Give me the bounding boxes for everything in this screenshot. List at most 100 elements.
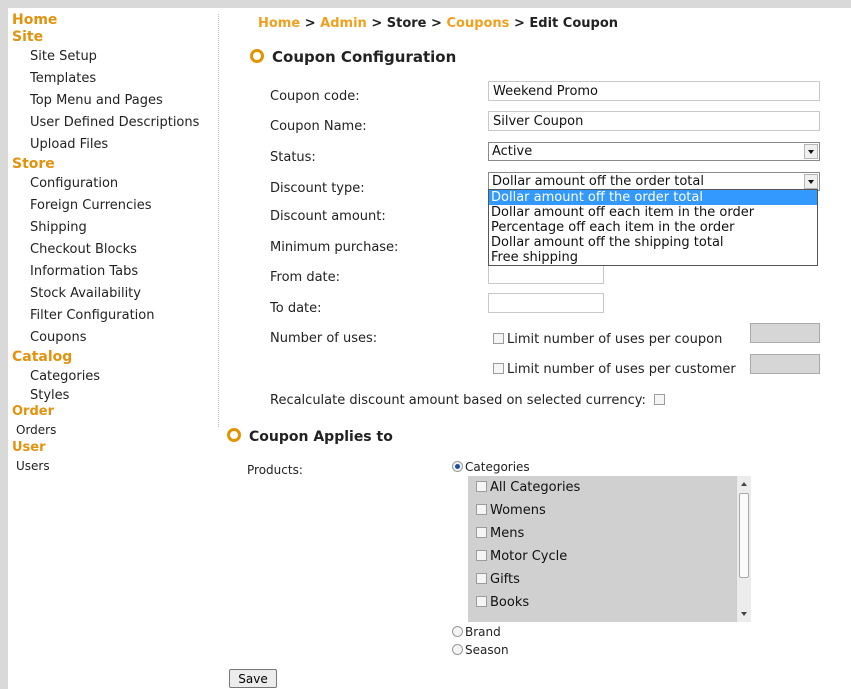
category-item[interactable]: Mens (468, 522, 751, 545)
sidebar-item-checkout-blocks[interactable]: Checkout Blocks (12, 239, 217, 261)
scroll-thumb[interactable] (739, 493, 749, 578)
limit-per-coupon: Limit number of uses per coupon (493, 332, 722, 347)
category-checkbox[interactable] (476, 573, 487, 584)
minimum-purchase-label: Minimum purchase: (270, 240, 399, 255)
recalculate-label: Recalculate discount amount based on sel… (270, 393, 646, 408)
limit-per-customer: Limit number of uses per customer (493, 362, 736, 377)
category-checkbox[interactable] (476, 504, 487, 515)
sidebar-item-information-tabs[interactable]: Information Tabs (12, 261, 217, 283)
sidebar-item-site-setup[interactable]: Site Setup (12, 46, 217, 68)
chevron-down-icon[interactable] (804, 174, 818, 189)
category-item[interactable]: Motor Cycle (468, 545, 751, 568)
category-label: Books (490, 595, 530, 610)
sidebar-section-store: Store (12, 156, 55, 172)
sidebar-item-upload-files[interactable]: Upload Files (12, 134, 217, 156)
coupon-configuration-heading: Coupon Configuration (250, 48, 456, 66)
to-date-input[interactable] (488, 293, 604, 313)
discount-type-option[interactable]: Dollar amount off the shipping total (489, 235, 817, 250)
status-select-value: Active (492, 144, 533, 159)
save-button[interactable]: Save (229, 669, 277, 688)
categories-listbox: All Categories Womens Mens Motor Cycle G… (468, 476, 751, 622)
coupon-code-label: Coupon code: (270, 89, 360, 104)
scroll-down-icon[interactable] (741, 612, 747, 616)
season-radio-label: Season (465, 643, 509, 657)
category-label: Womens (490, 503, 546, 518)
coupon-name-label: Coupon Name: (270, 119, 367, 134)
sidebar-item-top-menu[interactable]: Top Menu and Pages (12, 90, 217, 112)
status-select[interactable]: Active (488, 142, 820, 161)
discount-amount-label: Discount amount: (270, 209, 386, 224)
limit-per-coupon-label: Limit number of uses per coupon (507, 332, 723, 347)
chevron-down-icon[interactable] (804, 144, 818, 159)
sidebar-item-stock-availability[interactable]: Stock Availability (12, 283, 217, 305)
breadcrumb-admin[interactable]: Admin (320, 16, 367, 31)
sidebar-item-filter-configuration[interactable]: Filter Configuration (12, 305, 217, 327)
sidebar-item-coupons[interactable]: Coupons (12, 327, 217, 349)
sidebar-item-styles[interactable]: Styles (12, 388, 217, 404)
category-label: All Categories (490, 480, 581, 495)
breadcrumb-coupons[interactable]: Coupons (446, 16, 509, 31)
sidebar-item-users[interactable]: Users (12, 456, 217, 476)
breadcrumb-store: Store (386, 16, 427, 31)
discount-type-option[interactable]: Dollar amount off the order total (489, 190, 817, 205)
bullet-icon (250, 49, 264, 63)
scroll-up-icon[interactable] (741, 482, 747, 486)
sidebar-item-foreign-currencies[interactable]: Foreign Currencies (12, 195, 217, 217)
brand-radio-label: Brand (465, 625, 501, 639)
limit-per-customer-checkbox[interactable] (493, 363, 504, 374)
category-item[interactable]: Gifts (468, 568, 751, 591)
limit-per-customer-input[interactable] (750, 354, 820, 374)
category-label: Motor Cycle (490, 549, 568, 564)
sidebar-home[interactable]: Home (12, 12, 217, 29)
breadcrumb: Home > Admin > Store > Coupons > Edit Co… (258, 16, 618, 31)
left-border (0, 8, 8, 689)
sidebar-item-configuration[interactable]: Configuration (12, 173, 217, 195)
limit-per-coupon-checkbox[interactable] (493, 333, 504, 344)
categories-radio[interactable] (452, 461, 463, 472)
sidebar-section-user: User (12, 440, 46, 455)
brand-radio[interactable] (452, 626, 463, 637)
coupon-name-input[interactable] (488, 111, 820, 131)
coupon-applies-heading: Coupon Applies to (227, 428, 393, 445)
category-checkbox[interactable] (476, 596, 487, 607)
status-label: Status: (270, 150, 316, 165)
sidebar-section-catalog: Catalog (12, 349, 73, 365)
discount-type-option[interactable]: Free shipping (489, 250, 817, 265)
discount-type-label: Discount type: (270, 181, 365, 196)
sidebar-item-templates[interactable]: Templates (12, 68, 217, 90)
sidebar-item-orders[interactable]: Orders (12, 420, 217, 440)
products-label: Products: (247, 463, 303, 477)
brand-option: Brand (452, 625, 501, 639)
category-checkbox[interactable] (476, 527, 487, 538)
sidebar-item-shipping[interactable]: Shipping (12, 217, 217, 239)
season-option: Season (452, 643, 509, 657)
category-item[interactable]: Books (468, 591, 751, 614)
categories-scrollbar[interactable] (736, 476, 751, 622)
coupon-configuration-title: Coupon Configuration (272, 48, 457, 66)
from-date-input[interactable] (488, 264, 604, 284)
sidebar-item-user-defined-descriptions[interactable]: User Defined Descriptions (12, 112, 217, 134)
category-item[interactable]: Womens (468, 499, 751, 522)
limit-per-coupon-input[interactable] (750, 323, 820, 343)
categories-radio-label: Categories (465, 460, 530, 474)
category-label: Gifts (490, 572, 520, 587)
discount-type-dropdown: Dollar amount off the order total Dollar… (488, 189, 818, 266)
season-radio[interactable] (452, 644, 463, 655)
discount-type-option[interactable]: Percentage off each item in the order (489, 220, 817, 235)
category-item[interactable]: All Categories (468, 476, 751, 499)
coupon-code-input[interactable] (488, 81, 820, 101)
breadcrumb-home[interactable]: Home (258, 16, 300, 31)
discount-type-option[interactable]: Dollar amount off each item in the order (489, 205, 817, 220)
sidebar-item-categories[interactable]: Categories (12, 366, 217, 388)
breadcrumb-current: Edit Coupon (529, 16, 619, 31)
limit-per-customer-label: Limit number of uses per customer (507, 362, 736, 377)
sidebar-section-site: Site (12, 29, 44, 45)
category-checkbox[interactable] (476, 481, 487, 492)
breadcrumb-separator: > (371, 16, 383, 31)
coupon-applies-title: Coupon Applies to (249, 429, 393, 445)
recalculate-checkbox[interactable] (654, 394, 666, 405)
discount-type-select-value: Dollar amount off the order total (492, 174, 704, 189)
number-of-uses-label: Number of uses: (270, 331, 378, 346)
category-checkbox[interactable] (476, 550, 487, 561)
breadcrumb-separator: > (431, 16, 442, 31)
